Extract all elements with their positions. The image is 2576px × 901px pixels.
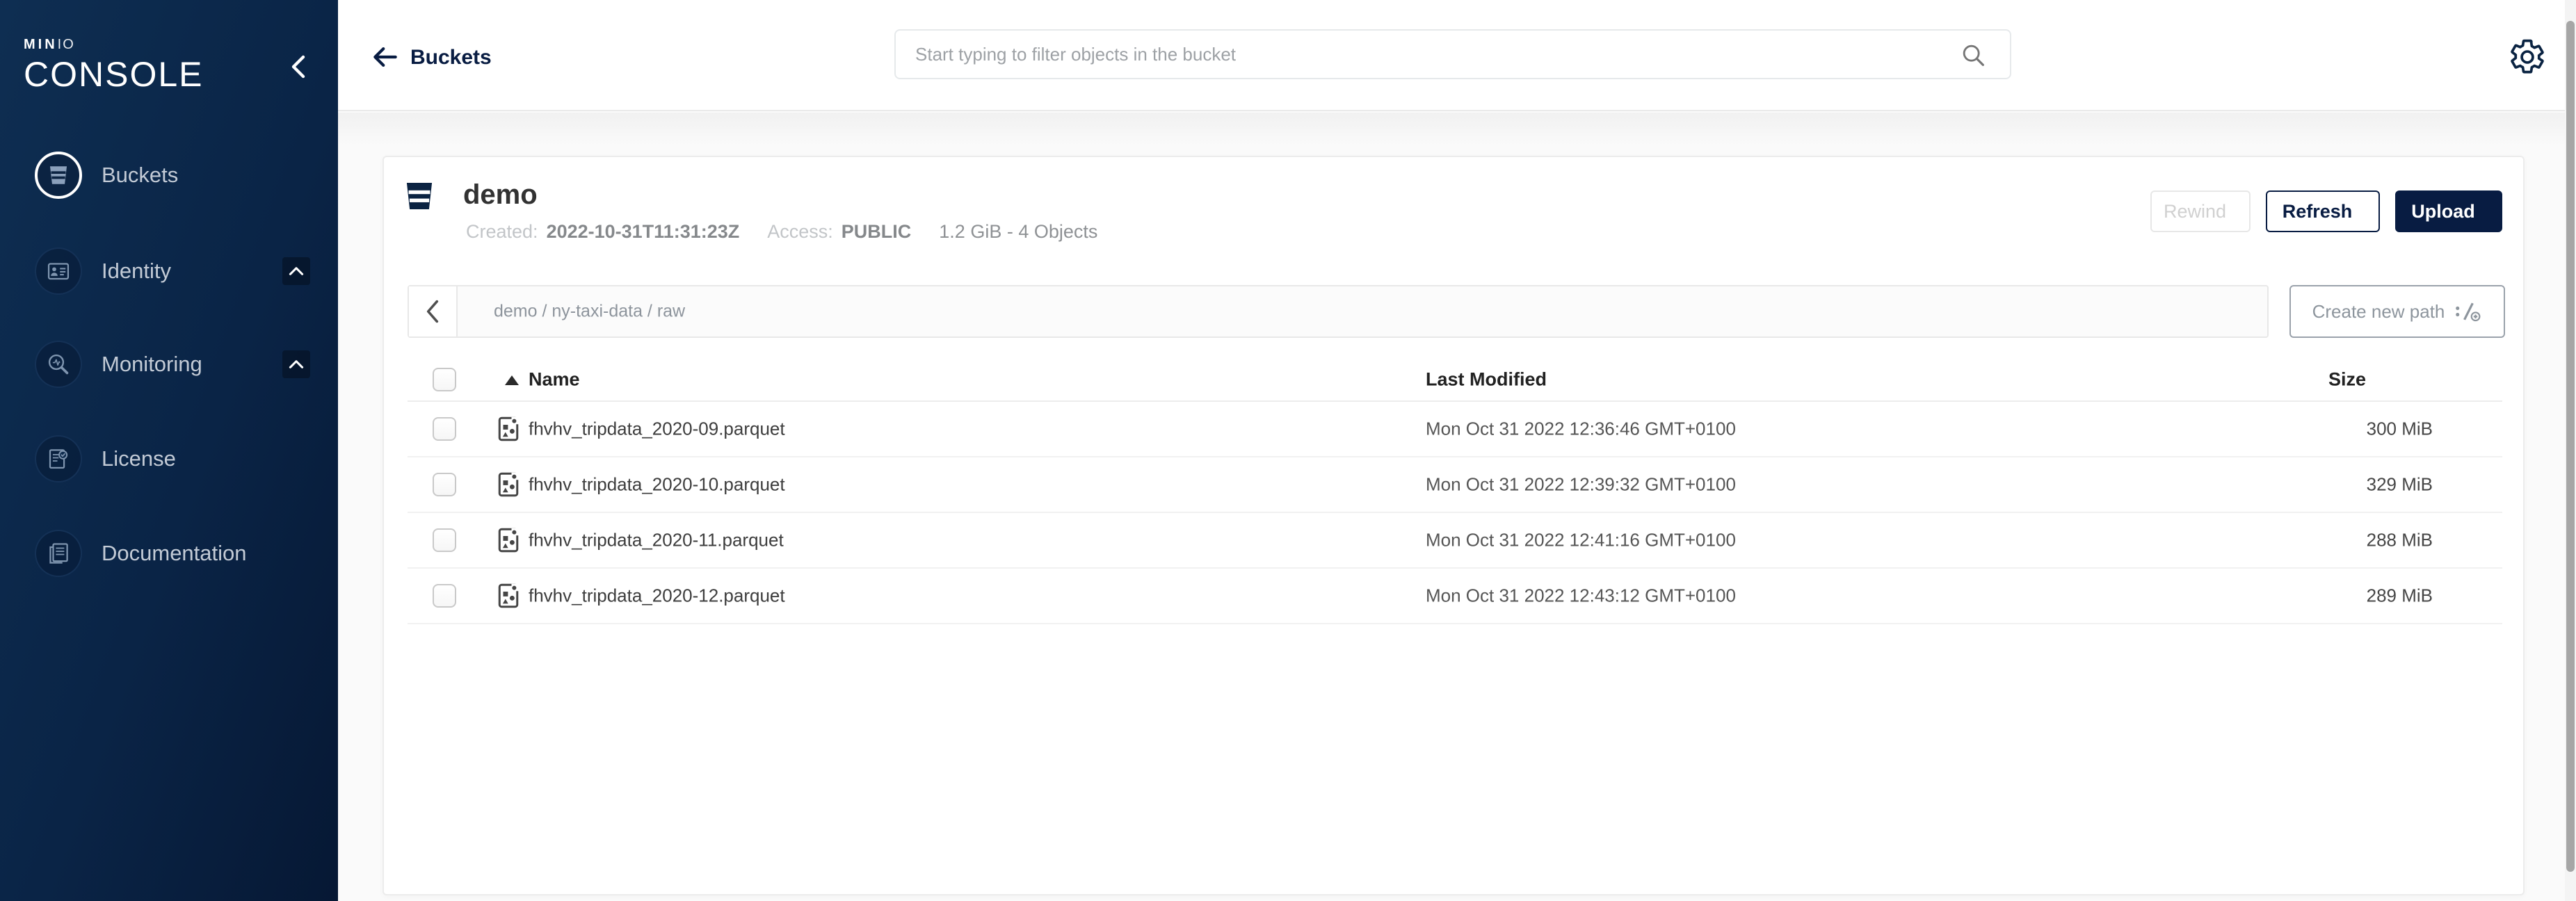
brand-bold: MIN [24, 37, 58, 52]
table-row[interactable]: fhvhv_tripdata_2020-11.parquet Mon Oct 3… [408, 513, 2502, 569]
sidebar-item-label: Buckets [102, 163, 178, 188]
refresh-label: Refresh [2283, 201, 2353, 222]
select-all-checkbox[interactable] [433, 368, 456, 391]
refresh-button[interactable]: Refresh [2266, 190, 2380, 232]
column-header-last-modified: Last Modified [1426, 369, 1547, 391]
top-bar-shadow [338, 113, 2576, 146]
chevron-up-icon[interactable] [282, 350, 310, 378]
vertical-scrollbar [2565, 0, 2576, 901]
created-value: 2022-10-31T11:31:23Z [547, 221, 740, 243]
row-checkbox[interactable] [433, 417, 456, 441]
bucket-meta: Created: 2022-10-31T11:31:23Z Access: PU… [466, 221, 1097, 243]
table-row[interactable]: fhvhv_tripdata_2020-12.parquet Mon Oct 3… [408, 569, 2502, 624]
create-new-path-button[interactable]: Create new path [2289, 285, 2505, 338]
parquet-file-icon [498, 416, 519, 441]
sidebar-item-label: Monitoring [102, 352, 202, 377]
gear-icon[interactable] [2508, 38, 2547, 76]
rewind-label: Rewind [2164, 201, 2226, 222]
object-size: 329 MiB [2367, 474, 2433, 496]
minio-console-logo: MINIO CONSOLE [24, 38, 204, 92]
path-bar: demo / ny-taxi-data / raw [408, 285, 2269, 338]
column-header-size: Size [2328, 369, 2366, 391]
sidebar-collapse-icon[interactable] [289, 54, 309, 79]
object-name: fhvhv_tripdata_2020-10.parquet [529, 474, 785, 496]
parquet-file-icon [498, 472, 519, 497]
sidebar-item-monitoring[interactable]: Monitoring [0, 325, 338, 403]
brand-light: IO [58, 37, 75, 52]
rewind-button[interactable]: Rewind [2150, 190, 2251, 232]
brand-name: MINIO [24, 38, 204, 51]
object-last-modified: Mon Oct 31 2022 12:43:12 GMT+0100 [1426, 585, 1736, 607]
bucket-browser-card: demo Created: 2022-10-31T11:31:23Z Acces… [383, 156, 2525, 895]
sidebar-item-label: Documentation [102, 541, 247, 566]
row-checkbox[interactable] [433, 584, 456, 608]
search-input[interactable] [896, 31, 2010, 78]
column-header-name[interactable]: Name [529, 369, 580, 391]
bucket-title: demo [463, 179, 538, 211]
sidebar-item-buckets[interactable]: Buckets [0, 136, 338, 214]
create-path-label: Create new path [2312, 301, 2445, 323]
object-size: 288 MiB [2367, 530, 2433, 551]
upload-button[interactable]: Upload [2395, 190, 2502, 232]
identity-card-icon [35, 247, 82, 295]
sidebar: MINIO CONSOLE Buckets Identity Monitorin… [0, 0, 338, 901]
object-last-modified: Mon Oct 31 2022 12:36:46 GMT+0100 [1426, 419, 1736, 440]
bucket-usage: 1.2 GiB - 4 Objects [939, 221, 1097, 243]
sidebar-item-license[interactable]: License [0, 420, 338, 498]
object-name: fhvhv_tripdata_2020-12.parquet [529, 585, 785, 607]
sort-ascending-icon [505, 375, 519, 385]
new-path-icon [2454, 301, 2482, 322]
bucket-actions: Rewind Refresh Upload [2150, 190, 2502, 232]
table-row[interactable]: fhvhv_tripdata_2020-09.parquet Mon Oct 3… [408, 402, 2502, 457]
parquet-file-icon [498, 583, 519, 608]
monitoring-magnifier-icon [35, 341, 82, 388]
object-name: fhvhv_tripdata_2020-11.parquet [529, 530, 784, 551]
access-value: PUBLIC [842, 221, 912, 243]
breadcrumb[interactable]: demo / ny-taxi-data / raw [494, 302, 685, 322]
row-checkbox[interactable] [433, 528, 456, 552]
scrollbar-thumb[interactable] [2566, 21, 2575, 872]
minio-console-app: MINIO CONSOLE Buckets Identity Monitorin… [0, 0, 2576, 901]
breadcrumb-buckets-link[interactable]: Buckets [410, 46, 492, 70]
object-last-modified: Mon Oct 31 2022 12:41:16 GMT+0100 [1426, 530, 1736, 551]
path-back-chevron[interactable] [409, 286, 458, 336]
search-icon [1960, 42, 1988, 70]
parquet-file-icon [498, 528, 519, 553]
table-header-row: Name Last Modified Size [408, 359, 2502, 402]
table-row[interactable]: fhvhv_tripdata_2020-10.parquet Mon Oct 3… [408, 457, 2502, 513]
object-filter-search [894, 29, 2011, 79]
bucket-icon [35, 152, 82, 199]
sidebar-item-documentation[interactable]: Documentation [0, 514, 338, 592]
object-name: fhvhv_tripdata_2020-09.parquet [529, 419, 785, 440]
back-arrow-icon[interactable] [370, 42, 401, 72]
sidebar-item-label: License [102, 446, 176, 471]
object-last-modified: Mon Oct 31 2022 12:39:32 GMT+0100 [1426, 474, 1736, 496]
created-label: Created: [466, 221, 538, 243]
object-size: 289 MiB [2367, 585, 2433, 607]
row-checkbox[interactable] [433, 473, 456, 496]
license-doc-check-icon [35, 435, 82, 482]
documentation-book-icon [35, 530, 82, 577]
access-label: Access: [767, 221, 833, 243]
object-size: 300 MiB [2367, 419, 2433, 440]
sidebar-item-label: Identity [102, 259, 171, 284]
bucket-icon [403, 182, 435, 210]
product-name: CONSOLE [24, 57, 204, 92]
chevron-left-icon [425, 299, 440, 324]
chevron-up-icon[interactable] [282, 257, 310, 285]
upload-label: Upload [2411, 201, 2475, 222]
sidebar-item-identity[interactable]: Identity [0, 232, 338, 310]
